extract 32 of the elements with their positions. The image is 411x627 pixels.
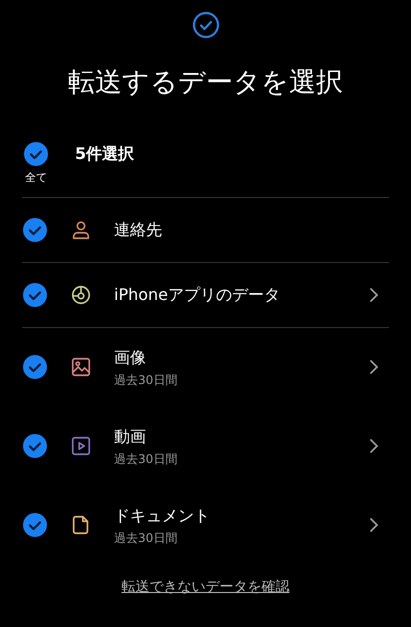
chevron-icon: [369, 438, 379, 454]
person-icon: [70, 218, 92, 240]
checkbox[interactable]: [22, 512, 48, 538]
check-circle-icon: [192, 11, 220, 39]
checkbox[interactable]: [22, 354, 48, 380]
unsupported-data-link[interactable]: 転送できないデータを確認: [122, 576, 290, 598]
app-data-icon: [70, 284, 92, 306]
select-all-label: 全て: [25, 170, 47, 186]
checkbox[interactable]: [22, 282, 48, 308]
data-row[interactable]: 連絡先: [0, 198, 411, 262]
checkbox[interactable]: [22, 433, 48, 459]
chevron-icon: [369, 517, 379, 533]
row-label: 動画: [114, 426, 147, 448]
checkbox[interactable]: [22, 216, 48, 242]
row-subtitle: 過去30日間: [114, 530, 178, 546]
row-label: ドキュメント: [114, 504, 211, 526]
video-icon: [70, 435, 92, 457]
data-row[interactable]: iPhoneアプリのデータ: [0, 262, 411, 326]
page-title: 転送するデータを選択: [67, 69, 344, 96]
checkbox[interactable]: [23, 141, 49, 167]
chevron-icon: [369, 286, 379, 302]
row-subtitle: 過去30日間: [114, 450, 178, 468]
selected-count: 5件選択: [75, 143, 134, 165]
data-row[interactable]: ドキュメント 過去30日間: [0, 486, 411, 564]
row-subtitle: 過去30日間: [114, 372, 178, 388]
chevron-icon: [369, 359, 379, 375]
row-label: iPhoneアプリのデータ: [114, 284, 282, 306]
data-row[interactable]: 動画 過去30日間: [0, 406, 411, 486]
row-label: 画像: [114, 346, 147, 368]
data-row[interactable]: 画像 過去30日間: [0, 328, 411, 406]
image-icon: [70, 356, 92, 378]
row-label: 連絡先: [114, 218, 163, 240]
